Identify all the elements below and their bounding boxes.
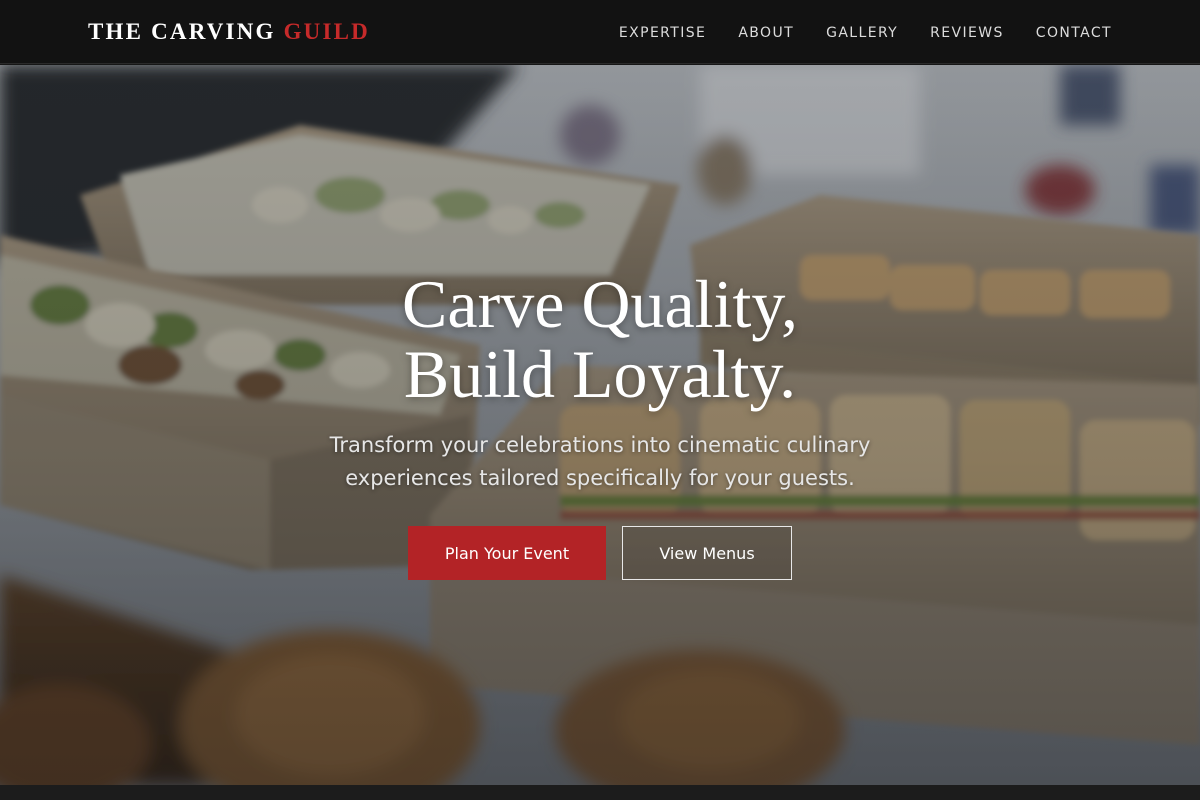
hero-title-line-2: Build Loyalty. [403,336,797,412]
hero-content: Carve Quality, Build Loyalty. Transform … [0,65,1200,785]
hero-subtitle: Transform your celebrations into cinemat… [329,433,871,490]
nav-item-about: ABOUT [738,22,794,41]
hero-section: Carve Quality, Build Loyalty. Transform … [0,65,1200,785]
nav-item-expertise: EXPERTISE [619,22,706,41]
plan-event-button[interactable]: Plan Your Event [408,526,606,580]
hero-title: Carve Quality, Build Loyalty. [0,269,1200,409]
nav-link-gallery[interactable]: GALLERY [826,25,898,41]
nav-link-contact[interactable]: CONTACT [1036,25,1112,41]
nav-link-about[interactable]: ABOUT [738,25,794,41]
nav-menu: EXPERTISE ABOUT GALLERY REVIEWS CONTACT [619,22,1112,41]
next-section-edge [0,785,1200,800]
brand-name-main: THE CARVING [88,18,276,44]
nav-link-expertise[interactable]: EXPERTISE [619,25,706,41]
view-menus-button[interactable]: View Menus [622,526,792,580]
top-navigation: THE CARVING GUILD EXPERTISE ABOUT GALLER… [0,0,1200,64]
nav-item-contact: CONTACT [1036,22,1112,41]
nav-item-gallery: GALLERY [826,22,898,41]
nav-link-reviews[interactable]: REVIEWS [930,25,1004,41]
nav-item-reviews: REVIEWS [930,22,1004,41]
brand-logo[interactable]: THE CARVING GUILD [88,19,370,45]
hero-title-line-1: Carve Quality, [402,266,798,342]
brand-name-accent: GUILD [283,18,370,44]
